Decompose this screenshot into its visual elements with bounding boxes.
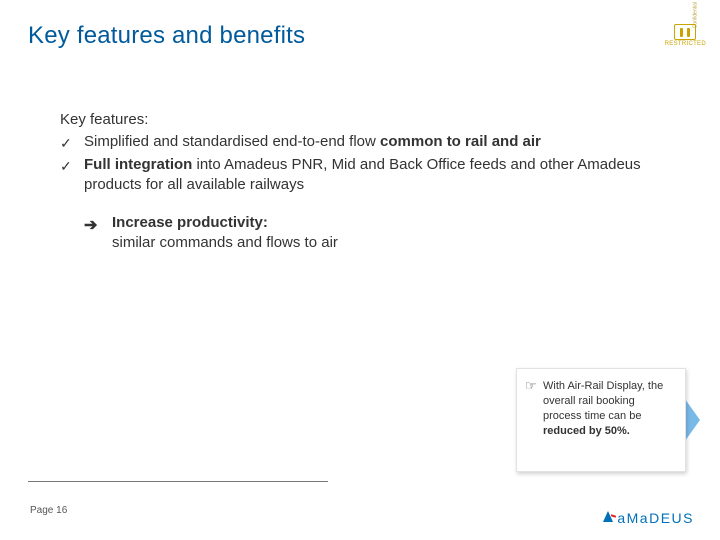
pointing-hand-icon: ☞ xyxy=(525,377,537,395)
feature-text: Simplified and standardised end-to-end f… xyxy=(84,133,541,150)
content-block: Key features: ✓ Simplified and standardi… xyxy=(60,110,660,254)
restricted-badge: RESTRICTED xyxy=(665,24,706,47)
page-title: Key features and benefits xyxy=(28,22,305,50)
benefit-item: ➔ Increase productivity:similar commands… xyxy=(84,213,660,254)
footer-divider xyxy=(28,481,328,482)
amadeus-mark-icon xyxy=(601,511,615,525)
feature-item: ✓ Full integration into Amadeus PNR, Mid… xyxy=(60,155,660,196)
page-number: Page 16 xyxy=(30,505,67,516)
restricted-label: RESTRICTED xyxy=(665,41,706,47)
benefit-list: ➔ Increase productivity:similar commands… xyxy=(84,213,660,254)
callout: ☞ With Air-Rail Display, the overall rai… xyxy=(516,368,686,472)
feature-text: Full integration into Amadeus PNR, Mid a… xyxy=(84,156,641,193)
slide: Key features and benefits Confidential R… xyxy=(0,0,720,540)
check-icon: ✓ xyxy=(60,134,72,153)
restricted-icon xyxy=(674,24,696,40)
amadeus-wordmark: aMaDEUS xyxy=(617,510,694,526)
amadeus-logo: aMaDEUS xyxy=(601,510,694,526)
arrow-right-icon: ➔ xyxy=(84,215,97,237)
feature-item: ✓ Simplified and standardised end-to-end… xyxy=(60,132,660,152)
feature-list: ✓ Simplified and standardised end-to-end… xyxy=(60,132,660,195)
features-heading: Key features: xyxy=(60,110,660,130)
callout-text: With Air-Rail Display, the overall rail … xyxy=(543,380,663,437)
benefit-text: Increase productivity:similar commands a… xyxy=(112,214,338,251)
callout-body: ☞ With Air-Rail Display, the overall rai… xyxy=(516,368,686,472)
check-icon: ✓ xyxy=(60,157,72,176)
